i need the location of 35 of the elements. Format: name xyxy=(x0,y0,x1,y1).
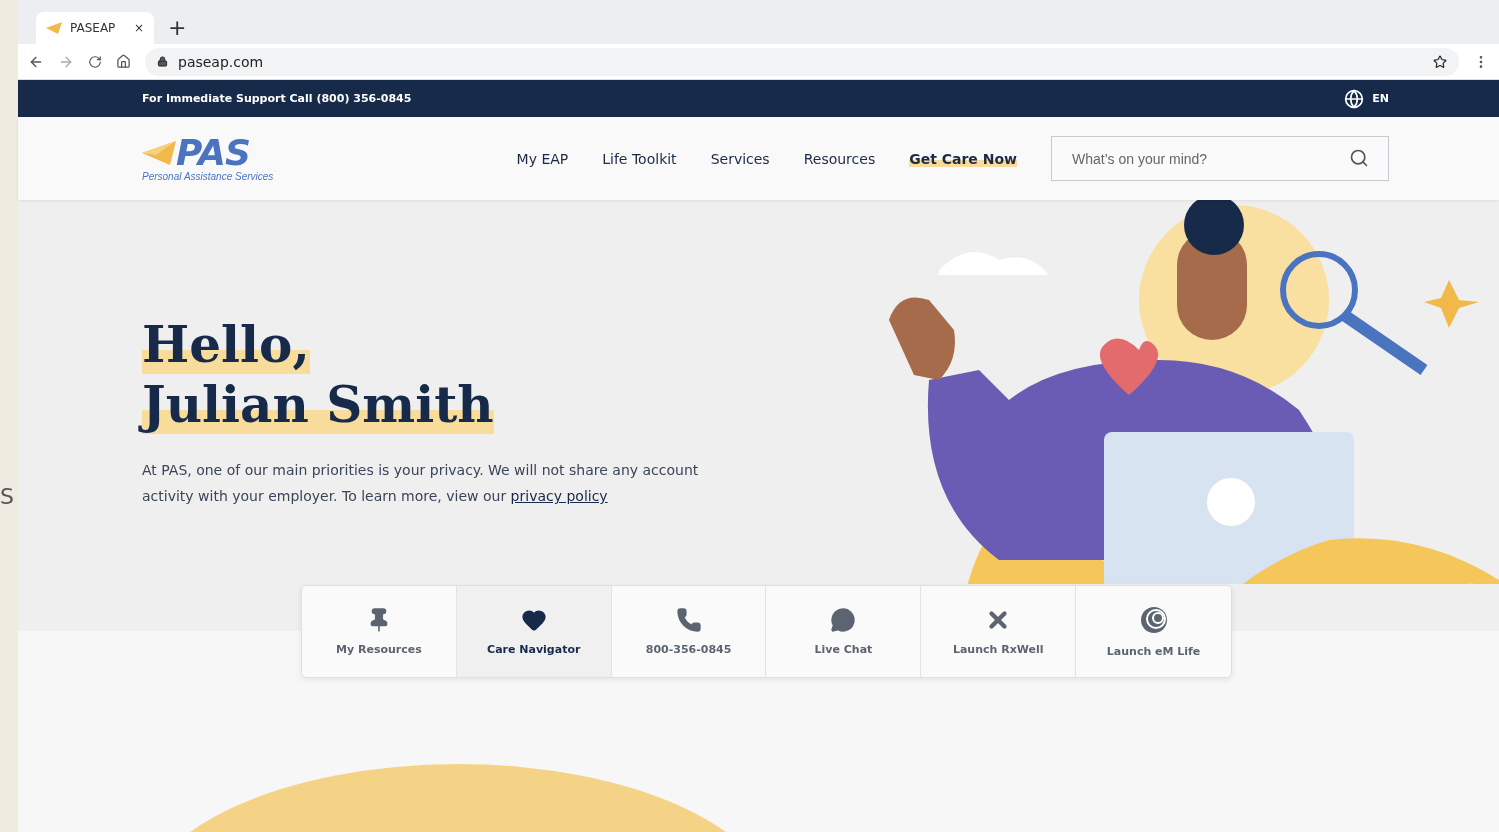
star-icon[interactable] xyxy=(1433,54,1447,69)
reload-icon[interactable] xyxy=(88,54,102,69)
address-bar[interactable]: paseap.com xyxy=(145,47,1459,76)
home-icon[interactable] xyxy=(116,54,131,69)
nav-link[interactable]: Services xyxy=(710,150,770,167)
paper-plane-icon xyxy=(142,141,176,165)
search-icon[interactable] xyxy=(1349,148,1369,168)
rings-icon xyxy=(1138,605,1169,635)
background-letter: S xyxy=(0,483,14,509)
quick-link-button[interactable]: Launch eM Life xyxy=(1076,586,1231,677)
search-field[interactable]: What’s on your mind? xyxy=(1051,136,1389,181)
logo-tagline: Personal Assistance Services xyxy=(142,171,274,182)
paper-plane-icon xyxy=(46,22,62,34)
quick-link-button[interactable]: Live Chat xyxy=(766,586,922,677)
privacy-link[interactable]: privacy policy xyxy=(510,488,608,504)
quick-link-button[interactable]: Care Navigator xyxy=(456,586,612,677)
nav-link[interactable]: Life Toolkit xyxy=(602,150,677,167)
tab-title: PASEAP xyxy=(70,21,117,35)
nav-link[interactable]: My EAP xyxy=(516,150,569,167)
lock-icon xyxy=(157,56,168,67)
close-icon[interactable]: × xyxy=(133,21,144,35)
new-tab-button[interactable]: + xyxy=(168,15,187,40)
support-text: For Immediate Support Call (800) 356-0845 xyxy=(142,92,412,105)
quick-link-button[interactable]: 800-356-0845 xyxy=(611,586,767,677)
nav-link[interactable]: Resources xyxy=(803,150,876,167)
chat-icon xyxy=(830,607,857,633)
globe-icon[interactable] xyxy=(1344,88,1365,109)
quick-link-button[interactable]: My Resources xyxy=(302,586,457,677)
browser-tab[interactable]: PASEAP × xyxy=(36,12,154,44)
heart-icon xyxy=(520,607,547,633)
privacy-text: At PAS, one of our main priorities is your privacy. We will not share any account activity with your employer. To learn more, view our privacy policy xyxy=(142,461,700,506)
language-label[interactable]: EN xyxy=(1372,92,1389,105)
phone-icon xyxy=(675,607,702,633)
logo-mark[interactable]: PAS xyxy=(176,135,250,171)
quick-link-button[interactable]: Launch RxWell xyxy=(921,586,1077,677)
